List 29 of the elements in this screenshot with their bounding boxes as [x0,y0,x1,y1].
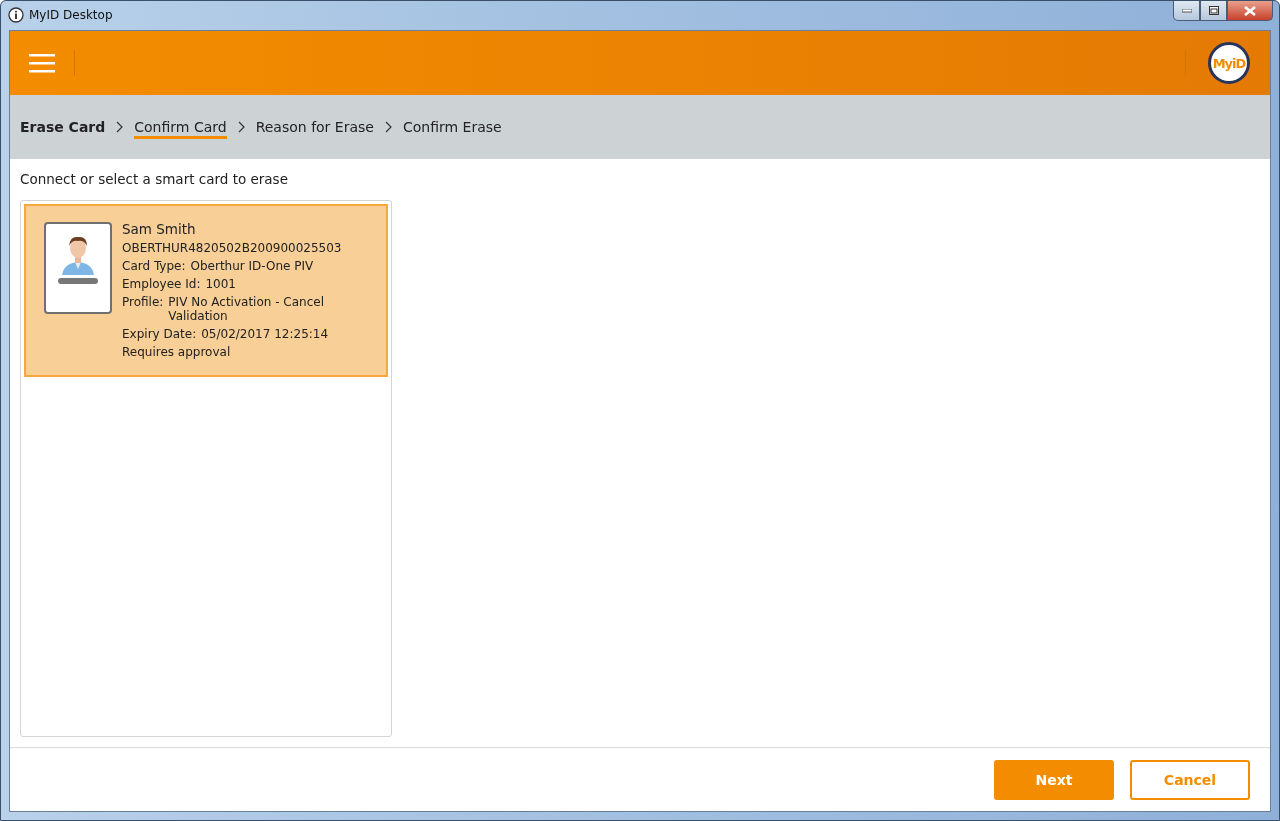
breadcrumb-step[interactable]: Confirm Erase [402,115,502,139]
chevron-icon [116,121,124,133]
maximize-button[interactable] [1200,1,1227,21]
page-title: Erase Card [20,119,106,135]
breadcrumb-step[interactable]: Confirm Card [134,115,227,139]
maximize-icon [1208,6,1219,15]
minimize-button[interactable] [1173,1,1200,21]
close-button[interactable] [1227,1,1273,21]
field-value: 1001 [205,277,236,291]
field-value: PIV No Activation - Cancel Validation [168,295,325,323]
breadcrumb-step[interactable]: Reason for Erase [255,115,374,139]
logo: MyiD [1208,42,1250,84]
instruction-text: Connect or select a smart card to erase [20,171,289,187]
info-icon [8,7,24,23]
close-icon [1244,5,1256,16]
card-serial: OBERTHUR4820502B200900025503 [122,241,342,255]
chevron-icon [237,121,245,133]
field-label: Card Type: [122,259,186,273]
field-value: 05/02/2017 12:25:14 [201,327,329,341]
field-label: Profile: [122,295,164,311]
field-label: Expiry Date: [122,327,197,341]
field-label: Employee Id: [122,277,201,291]
smart-card-item[interactable]: Sam Smith OBERTHUR4820502B200900025503 Card Type: Oberthur ID-One PIV Employee Id: 1001 Profile: PIV No Activation - Cancel Validation Expiry Date: 05/02/2017 12:25:14 Requires approval [24,204,388,377]
field-value: Oberthur ID-One PIV [190,259,314,273]
cardholder-name: Sam Smith [122,221,197,237]
minimize-icon [1181,8,1192,13]
window-title: MyID Desktop [29,8,113,22]
chevron-icon [384,121,392,133]
approval-note: Requires approval [122,345,232,359]
